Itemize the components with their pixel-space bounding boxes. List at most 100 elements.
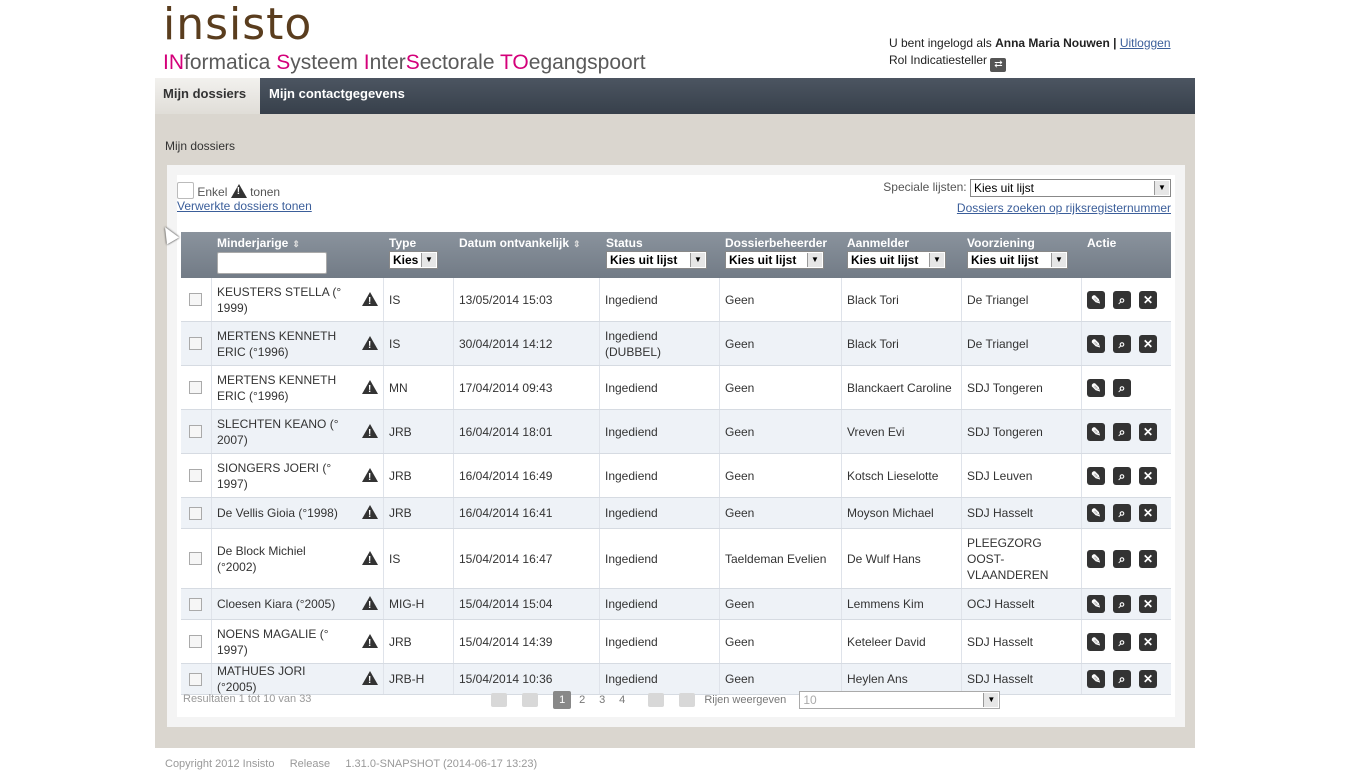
row-checkbox[interactable] [189, 635, 202, 648]
first-page-icon[interactable] [491, 693, 507, 708]
delete-icon[interactable]: ✕ [1139, 422, 1157, 441]
status-filter-select[interactable]: Kies uit lijst ▼ [606, 251, 707, 269]
view-icon[interactable]: ⌕ [1113, 595, 1131, 613]
row-checkbox[interactable] [189, 381, 202, 394]
cell-manager: Geen [720, 620, 842, 663]
cell-type-text: IS [389, 336, 401, 351]
table-row[interactable]: MERTENS KENNETH ERIC (°1996) IS 30/04/2014… [181, 322, 1171, 366]
warning-icon [362, 467, 378, 486]
view-icon[interactable]: ⌕ [1113, 632, 1131, 651]
warning-icon [362, 550, 378, 569]
table-row[interactable]: SLECHTEN KEANO (° 2007) JRB 16/04/2014 18:… [181, 410, 1171, 454]
last-page-icon[interactable] [679, 693, 696, 708]
page-number[interactable]: 3 [593, 691, 611, 709]
only-warnings-checkbox[interactable] [177, 182, 194, 199]
row-checkbox[interactable] [189, 672, 202, 686]
cell-date: 16/04/2014 16:41 [454, 498, 600, 528]
logout-link[interactable]: Uitloggen [1120, 36, 1171, 50]
delete-icon[interactable]: ✕ [1139, 670, 1157, 688]
cell-manager-text: Geen [725, 336, 755, 351]
rows-per-page-select[interactable]: 10 ▼ [799, 691, 1001, 710]
view-icon[interactable]: ⌕ [1113, 504, 1131, 522]
cell-status: Ingediend [600, 410, 720, 453]
cell-date-text: 15/04/2014 14:39 [459, 634, 553, 649]
delete-icon[interactable]: ✕ [1139, 549, 1157, 568]
view-icon[interactable]: ⌕ [1113, 378, 1131, 397]
manager-filter-select[interactable]: Kies uit lijst ▼ [725, 251, 824, 269]
edit-icon[interactable]: ✎ [1087, 378, 1105, 397]
type-filter-select[interactable]: Kies ▼ [389, 251, 438, 269]
delete-icon[interactable]: ✕ [1139, 290, 1157, 309]
cell-date: 15/04/2014 16:47 [454, 529, 600, 588]
sort-icon[interactable]: ⇕ [573, 239, 581, 249]
header-type-label: Type [389, 236, 417, 250]
view-icon[interactable]: ⌕ [1113, 422, 1131, 441]
page-number[interactable]: 1 [553, 691, 572, 709]
view-icon[interactable]: ⌕ [1113, 466, 1131, 485]
table-row[interactable]: SIONGERS JOERI (° 1997) JRB 16/04/2014 16:… [181, 454, 1171, 498]
edit-icon[interactable]: ✎ [1087, 595, 1105, 613]
delete-icon[interactable]: ✕ [1139, 466, 1157, 485]
minor-filter-input[interactable] [217, 252, 327, 274]
page-number[interactable]: 2 [573, 691, 591, 709]
provision-filter-select[interactable]: Kies uit lijst ▼ [967, 251, 1068, 269]
cell-status-text: Ingediend [605, 424, 658, 439]
view-icon[interactable]: ⌕ [1113, 290, 1131, 309]
tagline-part: TO [499, 51, 529, 74]
table-row[interactable]: De Block Michiel (°2002) IS 15/04/2014 16:… [181, 529, 1171, 589]
header-minor-label: Minderjarige [217, 236, 289, 250]
row-checkbox[interactable] [189, 425, 202, 438]
view-icon[interactable]: ⌕ [1113, 549, 1131, 568]
table-row[interactable]: NOENS MAGALIE (° 1997) JRB 15/04/2014 14:3… [181, 620, 1171, 664]
pager-controls: 1234 Rijen weergeven 10 ▼ [491, 691, 1001, 710]
tab-mijn-contactgegevens[interactable]: Mijn contactgegevens [261, 78, 413, 114]
warning-icon [362, 423, 378, 442]
edit-icon[interactable]: ✎ [1087, 632, 1105, 651]
header-date[interactable]: Datum ontvankelijk ⇕ [459, 236, 581, 250]
edit-icon[interactable]: ✎ [1087, 466, 1105, 485]
cell-reporter-text: Lemmens Kim [847, 597, 924, 611]
delete-icon[interactable]: ✕ [1139, 632, 1157, 651]
row-checkbox[interactable] [189, 293, 202, 306]
view-icon[interactable]: ⌕ [1113, 334, 1131, 353]
page-number[interactable]: 4 [613, 691, 631, 709]
search-rrn-link[interactable]: Dossiers zoeken op rijksregisternummer [957, 201, 1171, 215]
edit-icon[interactable]: ✎ [1087, 549, 1105, 568]
cell-manager-text: Geen [725, 634, 755, 649]
processed-dossiers-link[interactable]: Verwerkte dossiers tonen [177, 199, 312, 213]
table-row[interactable]: De Vellis Gioia (°1998) JRB 16/04/2014 16:… [181, 498, 1171, 529]
row-checkbox[interactable] [189, 597, 202, 611]
cell-provision-text: SDJ Hasselt [967, 634, 1034, 649]
prev-page-icon[interactable] [522, 693, 539, 708]
edit-icon[interactable]: ✎ [1087, 422, 1105, 441]
cell-type: MN [384, 366, 454, 409]
table-row[interactable]: MERTENS KENNETH ERIC (°1996) MN 17/04/2014… [181, 366, 1171, 410]
row-checkbox[interactable] [189, 337, 202, 350]
edit-icon[interactable]: ✎ [1087, 670, 1105, 688]
delete-icon[interactable]: ✕ [1139, 595, 1157, 613]
view-icon[interactable]: ⌕ [1113, 670, 1131, 688]
switch-role-icon[interactable]: ⇄ [990, 58, 1007, 72]
delete-icon[interactable]: ✕ [1139, 334, 1157, 353]
cell-type: JRB [384, 620, 454, 663]
next-page-icon[interactable] [648, 693, 665, 708]
special-lists-select[interactable]: Kies uit lijst ▼ [970, 179, 1171, 197]
header-minor[interactable]: Minderjarige ⇕ [217, 236, 327, 274]
row-checkbox[interactable] [189, 552, 202, 565]
edit-icon[interactable]: ✎ [1087, 334, 1105, 353]
edit-icon[interactable]: ✎ [1087, 290, 1105, 309]
table-row[interactable]: KEUSTERS STELLA (° 1999) IS 13/05/2014 15:… [181, 278, 1171, 322]
cell-provision: OCJ Hasselt [962, 589, 1082, 619]
cell-minor-text: De Block Michiel (°2002) [217, 543, 306, 574]
row-checkbox[interactable] [189, 469, 202, 482]
header-action: Actie [1087, 236, 1117, 250]
cell-minor-text: KEUSTERS STELLA (° 1999) [217, 284, 342, 315]
delete-icon[interactable]: ✕ [1139, 504, 1157, 522]
row-checkbox[interactable] [189, 506, 202, 520]
sort-icon[interactable]: ⇕ [292, 239, 300, 249]
table-row[interactable]: Cloesen Kiara (°2005) MIG-H 15/04/2014 15:… [181, 589, 1171, 620]
edit-icon[interactable]: ✎ [1087, 504, 1105, 522]
cell-manager-text: Geen [725, 292, 755, 307]
reporter-filter-select[interactable]: Kies uit lijst ▼ [847, 251, 946, 269]
cell-status-text: Ingediend [605, 292, 658, 307]
